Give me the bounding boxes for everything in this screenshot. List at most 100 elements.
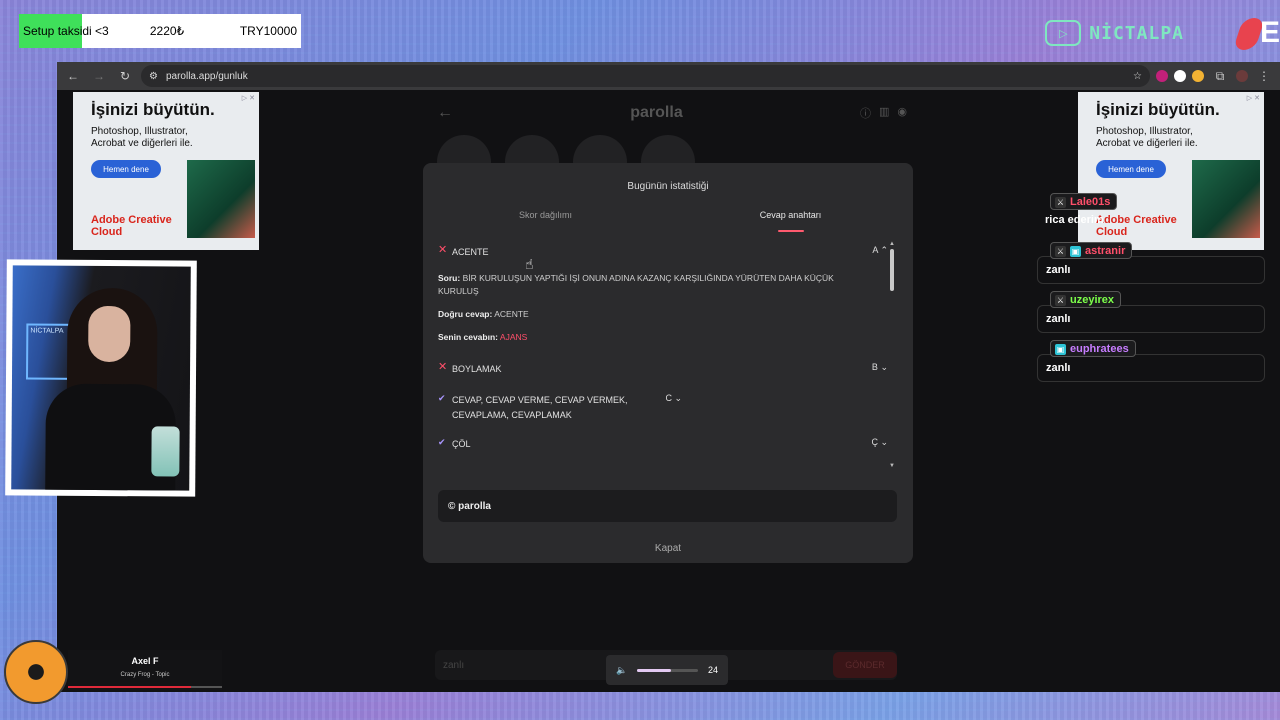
volume-indicator: 🔈 24	[606, 655, 728, 685]
chat-message: ⚔ uzeyirex zanlı	[1037, 291, 1267, 333]
chat-text: rica ederim	[1045, 214, 1104, 226]
check-icon: ✔	[438, 393, 446, 403]
chat-text: zanlı	[1037, 305, 1265, 333]
answer-details: Soru: BİR KURULUŞUN YAPTIĞI İŞİ ONUN ADI…	[438, 272, 888, 344]
ad-brand: Adobe Creative Cloud	[91, 214, 172, 238]
forward-arrow-icon[interactable]: →	[89, 66, 109, 86]
stats-modal: Bugünün istatistiği Skor dağılımı Cevap …	[423, 163, 913, 563]
ad-headline: İşinizi büyütün.	[1096, 100, 1220, 119]
browser-toolbar: ← → ↻ ⚙ parolla.app/gunluk ☆ ⧉ ⋮	[57, 62, 1280, 90]
back-arrow-icon[interactable]: ←	[437, 104, 453, 122]
secondary-logo: E	[1232, 14, 1280, 54]
answer-item[interactable]: ✔ ÇÖL Ç ⌄	[438, 433, 888, 456]
chat-text: zanlı	[1037, 354, 1265, 382]
answer-letter[interactable]: B ⌄	[858, 362, 888, 373]
logo-letter: E	[1260, 16, 1280, 49]
album-art	[4, 640, 68, 704]
track-info: Axel F Crazy Frog - Topic	[68, 650, 222, 690]
answer-item[interactable]: ✔ CEVAP, CEVAP VERME, CEVAP VERMEK, CEVA…	[438, 389, 888, 427]
chevron-up-icon: ⌃	[880, 245, 888, 255]
ad-headline: İşinizi büyütün.	[91, 100, 215, 119]
answer-word: ÇÖL	[452, 439, 471, 449]
track-progress	[68, 686, 222, 688]
chat-username: ⚔ uzeyirex	[1050, 291, 1122, 308]
extensions-puzzle-icon[interactable]: ⧉	[1210, 66, 1230, 86]
track-artist: Crazy Frog - Topic	[120, 672, 170, 678]
share-text-box[interactable]: © parolla	[438, 490, 897, 522]
brand-name: NİCTALPA	[1089, 22, 1184, 44]
answer-item[interactable]: ✕ ACENTE A ⌃	[438, 241, 888, 264]
volume-fill	[637, 668, 671, 672]
answer-letter[interactable]: Ç ⌄	[858, 437, 888, 448]
play-icon: ▷	[1045, 20, 1082, 46]
check-icon: ✔	[438, 437, 446, 447]
submit-button[interactable]: GÖNDER	[833, 652, 897, 678]
chevron-down-icon: ⌄	[674, 393, 682, 403]
back-arrow-icon[interactable]: ←	[63, 66, 83, 86]
scroll-up-icon[interactable]: ▲	[889, 241, 895, 247]
web-page: ▷ ✕ İşinizi büyütün. Photoshop, Illustra…	[57, 90, 1280, 692]
modal-tabs: Skor dağılımı Cevap anahtarı	[423, 210, 913, 234]
answer-word: BOYLAMAK	[452, 364, 502, 374]
volume-track[interactable]	[637, 668, 698, 672]
chat-username: ⚔ ▣ astranir	[1050, 242, 1133, 259]
extension-icon[interactable]	[1192, 70, 1204, 82]
now-playing-widget: Axel F Crazy Frog - Topic	[0, 638, 232, 720]
url-text[interactable]: parolla.app/gunluk	[166, 71, 1125, 82]
goal-title: Setup taksidi <3	[23, 24, 109, 38]
tab-answer-key[interactable]: Cevap anahtarı	[668, 210, 913, 234]
webcam-video: NİCTALPA	[11, 265, 191, 491]
answer-letter[interactable]: C ⌄	[652, 393, 682, 404]
ad-cta-button[interactable]: Hemen dene	[91, 160, 161, 178]
tab-score-distribution[interactable]: Skor dağılımı	[423, 210, 668, 234]
answer-key-list: ✕ ACENTE A ⌃ Soru: BİR KURULUŞUN YAPTIĞI…	[438, 241, 888, 467]
ad-cta-button[interactable]: Hemen dene	[1096, 160, 1166, 178]
address-bar[interactable]: ⚙ parolla.app/gunluk ☆	[141, 65, 1150, 87]
scroll-down-icon[interactable]: ▼	[889, 463, 895, 469]
chevron-down-icon: ⌄	[880, 362, 888, 372]
browser-menu-icon[interactable]: ⋮	[1254, 66, 1274, 86]
hand-cursor-icon: ☝	[525, 256, 534, 272]
bookmark-star-icon[interactable]: ☆	[1133, 71, 1142, 82]
track-progress-fill	[68, 686, 192, 688]
app-header: ← parolla ⓘ ▥ ◉	[437, 98, 907, 128]
ad-choices-icon[interactable]: ▷ ✕	[1247, 94, 1260, 102]
sword-badge-icon: ⚔	[1055, 196, 1066, 208]
stats-icon[interactable]: ▥	[879, 105, 889, 121]
your-answer: Senin cevabın: AJANS	[438, 332, 528, 342]
goal-target: TRY10000	[239, 24, 297, 38]
answer-item[interactable]: ✕ BOYLAMAK B ⌄	[438, 358, 888, 381]
donation-goal-bar: Setup taksidi <3 2220₺ TRY10000	[19, 14, 301, 48]
subscriber-badge-icon: ▣	[1070, 245, 1081, 257]
reload-icon[interactable]: ↻	[115, 66, 135, 86]
chat-message: ▣ euphratees zanlı	[1037, 340, 1267, 382]
close-button[interactable]: Kapat	[423, 543, 913, 554]
volume-value: 24	[707, 665, 718, 675]
lamp	[151, 426, 180, 477]
site-info-icon[interactable]: ⚙	[149, 71, 158, 82]
scroll-thumb[interactable]	[890, 249, 894, 291]
profile-icon[interactable]: ◉	[897, 105, 907, 121]
extension-icon[interactable]	[1156, 70, 1168, 82]
ad-banner-left[interactable]: ▷ ✕ İşinizi büyütün. Photoshop, Illustra…	[73, 92, 259, 250]
sword-badge-icon: ⚔	[1055, 245, 1066, 257]
wrong-x-icon: ✕	[438, 244, 448, 256]
answer-letter[interactable]: A ⌃	[858, 245, 888, 256]
chevron-down-icon: ⌄	[880, 437, 888, 447]
modal-title: Bugünün istatistiği	[627, 181, 709, 192]
question-text: Soru: BİR KURULUŞUN YAPTIĞI İŞİ ONUN ADI…	[438, 273, 834, 296]
extension-icon[interactable]	[1174, 70, 1186, 82]
answer-word: CEVAP, CEVAP VERME, CEVAP VERMEK, CEVAPL…	[452, 395, 628, 420]
answer-word: ACENTE	[452, 247, 489, 257]
speaker-icon: 🔈	[616, 664, 628, 675]
chat-overlay: ⚔ Lale01s rica ederim ⚔ ▣ astranir zanlı…	[1037, 193, 1267, 389]
answer-list-scrollbar[interactable]: ▲ ▼	[889, 241, 895, 469]
app-title: parolla	[630, 104, 683, 121]
ad-choices-icon[interactable]: ▷ ✕	[242, 94, 255, 102]
webcam-frame: NİCTALPA	[5, 259, 197, 497]
chat-message: ⚔ Lale01s rica ederim	[1037, 193, 1267, 229]
profile-avatar[interactable]	[1236, 70, 1248, 82]
sword-badge-icon: ⚔	[1055, 294, 1066, 306]
info-icon[interactable]: ⓘ	[860, 105, 871, 121]
chat-message: ⚔ ▣ astranir zanlı	[1037, 242, 1267, 284]
